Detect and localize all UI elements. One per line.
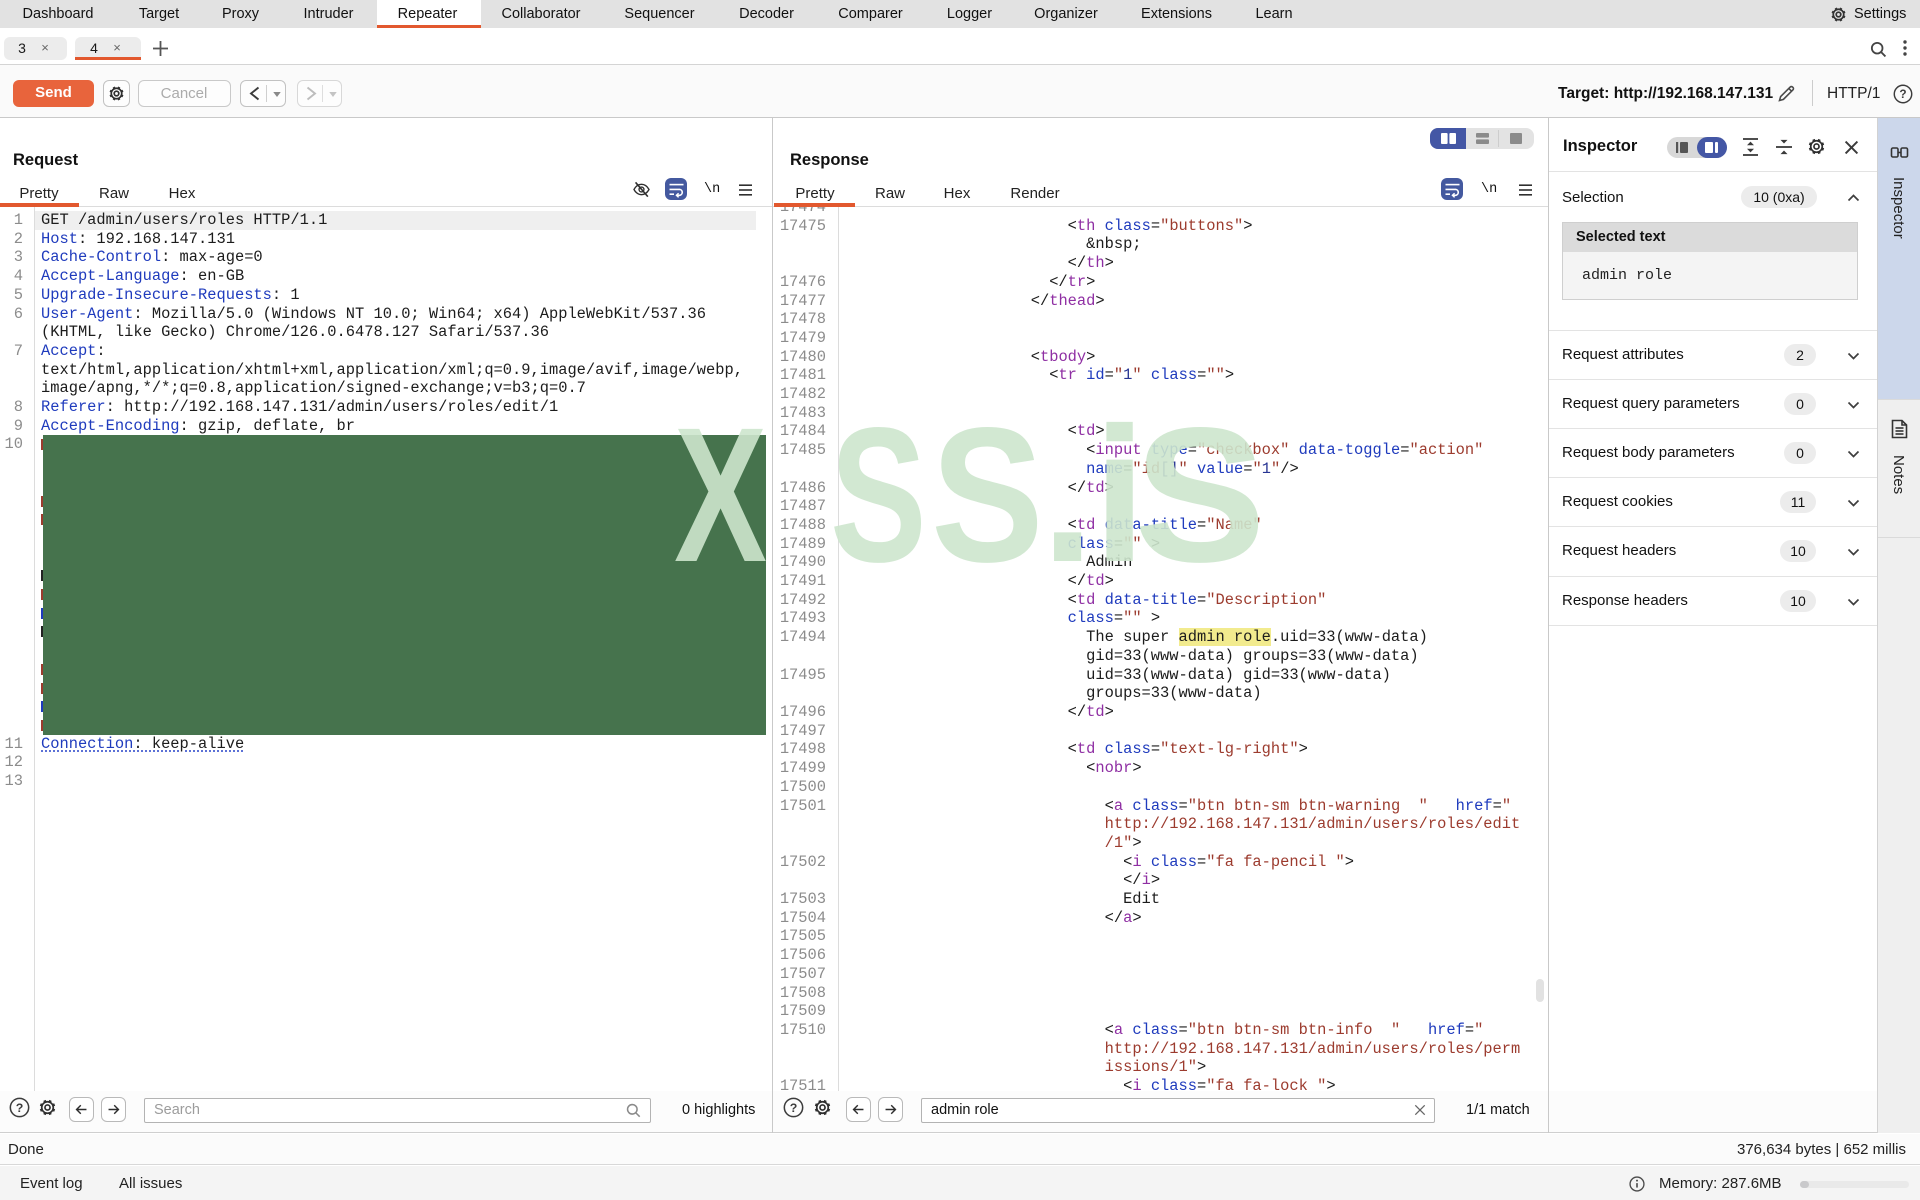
svg-text:?: ? [16,1101,24,1115]
svg-text:?: ? [790,1101,798,1115]
svg-text:?: ? [1899,87,1906,101]
